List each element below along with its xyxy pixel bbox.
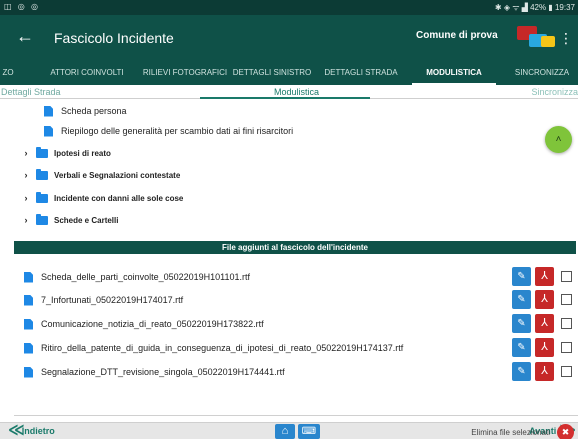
- chevron-right-icon: ›: [24, 193, 28, 203]
- document-icon: [24, 271, 33, 283]
- folder-icon: [36, 168, 48, 180]
- document-icon: [44, 105, 53, 117]
- list-item-label: Scheda persona: [61, 106, 127, 116]
- overflow-menu-icon[interactable]: ⋮: [559, 30, 573, 47]
- document-icon: [24, 342, 33, 354]
- edit-button[interactable]: ✎: [512, 338, 531, 357]
- breadcrumb: Dettagli Strada Modulistica Sincronizza: [0, 85, 578, 99]
- double-chevron-left-icon: ≪: [8, 422, 25, 439]
- tab-partial[interactable]: ZO: [0, 61, 16, 85]
- folder-label: Ipotesi di reato: [54, 148, 111, 158]
- folder-label: Verbali e Segnalazioni contestate: [54, 170, 181, 180]
- section-header: File aggiunti al fascicolo dell'incident…: [14, 241, 576, 254]
- file-name[interactable]: Comunicazione_notizia_di_reato_05022019H…: [41, 319, 578, 329]
- folder-icon: [36, 146, 48, 158]
- pdf-button[interactable]: ⅄: [535, 290, 554, 309]
- file-name[interactable]: Ritiro_della_patente_di_guida_in_consegu…: [41, 343, 578, 353]
- delete-selected-label: Elimina file selezionati: [471, 428, 550, 437]
- keyboard-button[interactable]: ⌨: [298, 424, 320, 439]
- tab-sincronizza[interactable]: SINCRONIZZA: [506, 61, 578, 85]
- breadcrumb-prev[interactable]: Dettagli Strada: [1, 87, 61, 97]
- chevron-right-icon: ›: [24, 170, 28, 180]
- pdf-button[interactable]: ⅄: [535, 362, 554, 381]
- back-nav-button[interactable]: ≪ Indietro: [8, 422, 55, 439]
- comune-label: Comune di prova: [416, 30, 498, 41]
- tab-bar: ZO ATTORI COINVOLTI RILIEVI FOTOGRAFICI …: [0, 61, 578, 85]
- folder-ipotesi-di-reato[interactable]: › Ipotesi di reato: [22, 144, 111, 162]
- edit-button[interactable]: ✎: [512, 267, 531, 286]
- document-icon: [24, 318, 33, 330]
- status-right-info: ✱ ◈ ᯤ ▟ 42% ▮ 19:37: [494, 3, 575, 12]
- list-item[interactable]: Scheda persona: [44, 102, 127, 120]
- divider: [14, 415, 578, 416]
- tab-dettagli-strada[interactable]: DETTAGLI STRADA: [318, 61, 404, 85]
- chevron-right-icon: ›: [24, 148, 28, 158]
- select-checkbox[interactable]: [561, 342, 572, 353]
- folder-incidente-danni[interactable]: › Incidente con danni alle sole cose: [22, 189, 183, 207]
- table-row: Scheda_delle_parti_coinvolte_05022019H10…: [24, 266, 578, 288]
- select-checkbox[interactable]: [561, 294, 572, 305]
- tab-rilievi-fotografici[interactable]: RILIEVI FOTOGRAFICI: [137, 61, 233, 85]
- folder-label: Incidente con danni alle sole cose: [54, 193, 184, 203]
- table-row: 7_Infortunati_05022019H174017.rtf ✎ ⅄: [24, 289, 578, 311]
- breadcrumb-current: Modulistica: [274, 87, 320, 97]
- status-left-icons: ◫ ◎ ◎: [4, 2, 40, 11]
- file-name[interactable]: 7_Infortunati_05022019H174017.rtf: [41, 295, 578, 305]
- table-row: Comunicazione_notizia_di_reato_05022019H…: [24, 313, 578, 335]
- pdf-button[interactable]: ⅄: [535, 314, 554, 333]
- chevron-right-icon: ›: [24, 215, 28, 225]
- tab-attori-coinvolti[interactable]: ATTORI COINVOLTI: [40, 61, 134, 85]
- list-item-label: Riepilogo delle generalità per scambio d…: [61, 126, 294, 136]
- delete-selected-button[interactable]: ✖: [557, 424, 574, 439]
- app-logo-icon: [517, 26, 561, 48]
- pdf-button[interactable]: ⅄: [535, 338, 554, 357]
- scroll-up-fab[interactable]: ˄: [545, 126, 572, 153]
- edit-button[interactable]: ✎: [512, 290, 531, 309]
- pdf-button[interactable]: ⅄: [535, 267, 554, 286]
- document-icon: [24, 366, 33, 378]
- back-arrow-icon[interactable]: ←: [16, 27, 34, 45]
- select-checkbox[interactable]: [561, 366, 572, 377]
- edit-button[interactable]: ✎: [512, 314, 531, 333]
- system-status-bar: ◫ ◎ ◎ ✱ ◈ ᯤ ▟ 42% ▮ 19:37: [0, 0, 578, 15]
- folder-label: Schede e Cartelli: [54, 215, 119, 225]
- folder-verbali[interactable]: › Verbali e Segnalazioni contestate: [22, 166, 180, 184]
- app-bar: ← Fascicolo Incidente Comune di prova ⋮: [0, 15, 578, 61]
- table-row: Ritiro_della_patente_di_guida_in_consegu…: [24, 337, 578, 359]
- folder-icon: [36, 213, 48, 225]
- tab-dettagli-sinistro[interactable]: DETTAGLI SINISTRO: [226, 61, 318, 85]
- breadcrumb-next[interactable]: Sincronizza: [531, 87, 578, 97]
- back-nav-label: Indietro: [21, 426, 55, 436]
- breadcrumb-underline: [200, 97, 370, 99]
- document-icon: [44, 125, 53, 137]
- home-button[interactable]: ⌂: [275, 424, 295, 439]
- folder-icon: [36, 191, 48, 203]
- page-title: Fascicolo Incidente: [54, 30, 174, 46]
- tab-modulistica[interactable]: MODULISTICA: [412, 61, 496, 85]
- file-name[interactable]: Scheda_delle_parti_coinvolte_05022019H10…: [41, 272, 578, 282]
- list-item[interactable]: Riepilogo delle generalità per scambio d…: [44, 122, 293, 140]
- table-row: Segnalazione_DTT_revisione_singola_05022…: [24, 361, 578, 383]
- select-checkbox[interactable]: [561, 318, 572, 329]
- document-icon: [24, 294, 33, 306]
- select-checkbox[interactable]: [561, 271, 572, 282]
- folder-schede-cartelli[interactable]: › Schede e Cartelli: [22, 211, 118, 229]
- file-name[interactable]: Segnalazione_DTT_revisione_singola_05022…: [41, 367, 578, 377]
- edit-button[interactable]: ✎: [512, 362, 531, 381]
